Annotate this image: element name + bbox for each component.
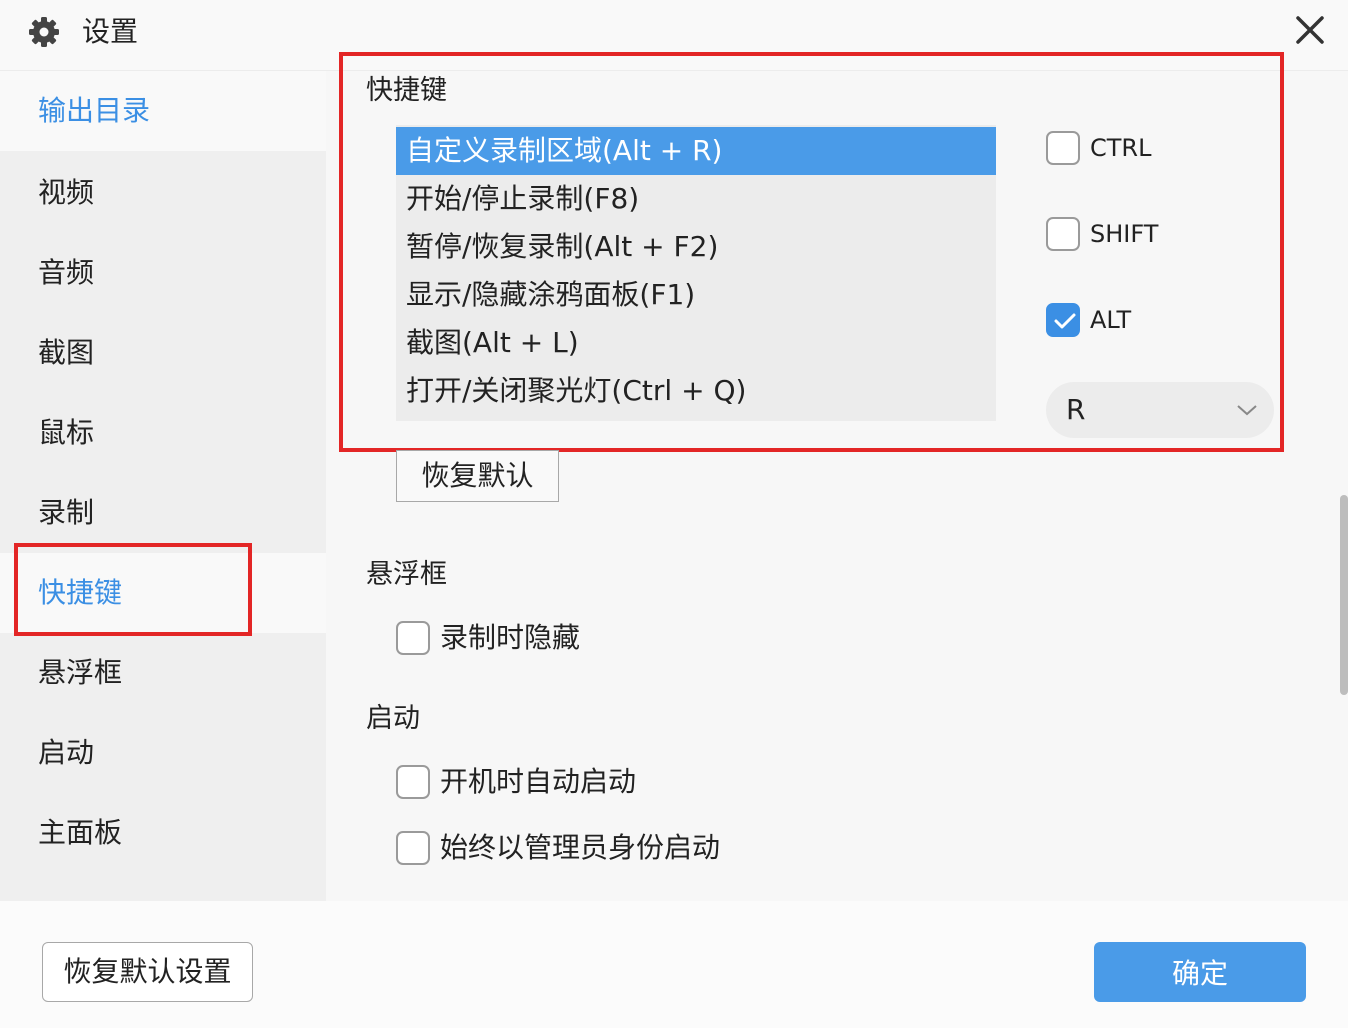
sidebar-item-label: 启动 bbox=[38, 736, 95, 769]
auto-start-label: 开机时自动启动 bbox=[440, 765, 637, 798]
sidebar-item-screenshot[interactable]: 截图 bbox=[0, 313, 326, 393]
hide-while-recording-checkbox[interactable] bbox=[396, 621, 430, 655]
sidebar-item-main-panel[interactable]: 主面板 bbox=[0, 793, 326, 873]
sidebar: 输出目录 视频 音频 截图 鼠标 录制 快捷键 悬浮框 启动 主面板 bbox=[0, 71, 326, 901]
sidebar-item-record[interactable]: 录制 bbox=[0, 473, 326, 553]
sidebar-item-mouse[interactable]: 鼠标 bbox=[0, 393, 326, 473]
run-as-admin-checkbox[interactable] bbox=[396, 831, 430, 865]
run-as-admin-label: 始终以管理员身份启动 bbox=[440, 831, 721, 864]
restore-hotkeys-button[interactable]: 恢复默认 bbox=[396, 450, 559, 502]
sidebar-item-label: 鼠标 bbox=[38, 416, 95, 449]
sidebar-annotation-box bbox=[14, 543, 252, 636]
sidebar-item-audio[interactable]: 音频 bbox=[0, 233, 326, 313]
scrollbar[interactable] bbox=[1340, 495, 1348, 695]
sidebar-item-float-window[interactable]: 悬浮框 bbox=[0, 633, 326, 713]
close-icon[interactable] bbox=[1290, 10, 1330, 50]
hotkeys-annotation-box bbox=[339, 52, 1284, 452]
gear-icon bbox=[28, 16, 60, 48]
confirm-button[interactable]: 确定 bbox=[1094, 942, 1306, 1002]
sidebar-item-label: 视频 bbox=[38, 176, 95, 209]
sidebar-item-label: 录制 bbox=[38, 496, 95, 529]
auto-start-checkbox[interactable] bbox=[396, 765, 430, 799]
float-window-section-title: 悬浮框 bbox=[366, 559, 447, 590]
sidebar-item-label: 主面板 bbox=[38, 816, 123, 849]
restore-all-defaults-button[interactable]: 恢复默认设置 bbox=[42, 942, 253, 1002]
sidebar-item-startup[interactable]: 启动 bbox=[0, 713, 326, 793]
startup-section-title: 启动 bbox=[366, 703, 420, 734]
sidebar-item-label: 输出目录 bbox=[38, 94, 151, 127]
sidebar-item-video[interactable]: 视频 bbox=[0, 153, 326, 233]
window-title: 设置 bbox=[82, 15, 139, 48]
hide-while-recording-label: 录制时隐藏 bbox=[440, 621, 581, 654]
sidebar-item-output-dir[interactable]: 输出目录 bbox=[0, 71, 326, 151]
sidebar-item-label: 截图 bbox=[38, 336, 95, 369]
sidebar-item-label: 悬浮框 bbox=[38, 656, 123, 689]
sidebar-item-label: 音频 bbox=[38, 256, 95, 289]
